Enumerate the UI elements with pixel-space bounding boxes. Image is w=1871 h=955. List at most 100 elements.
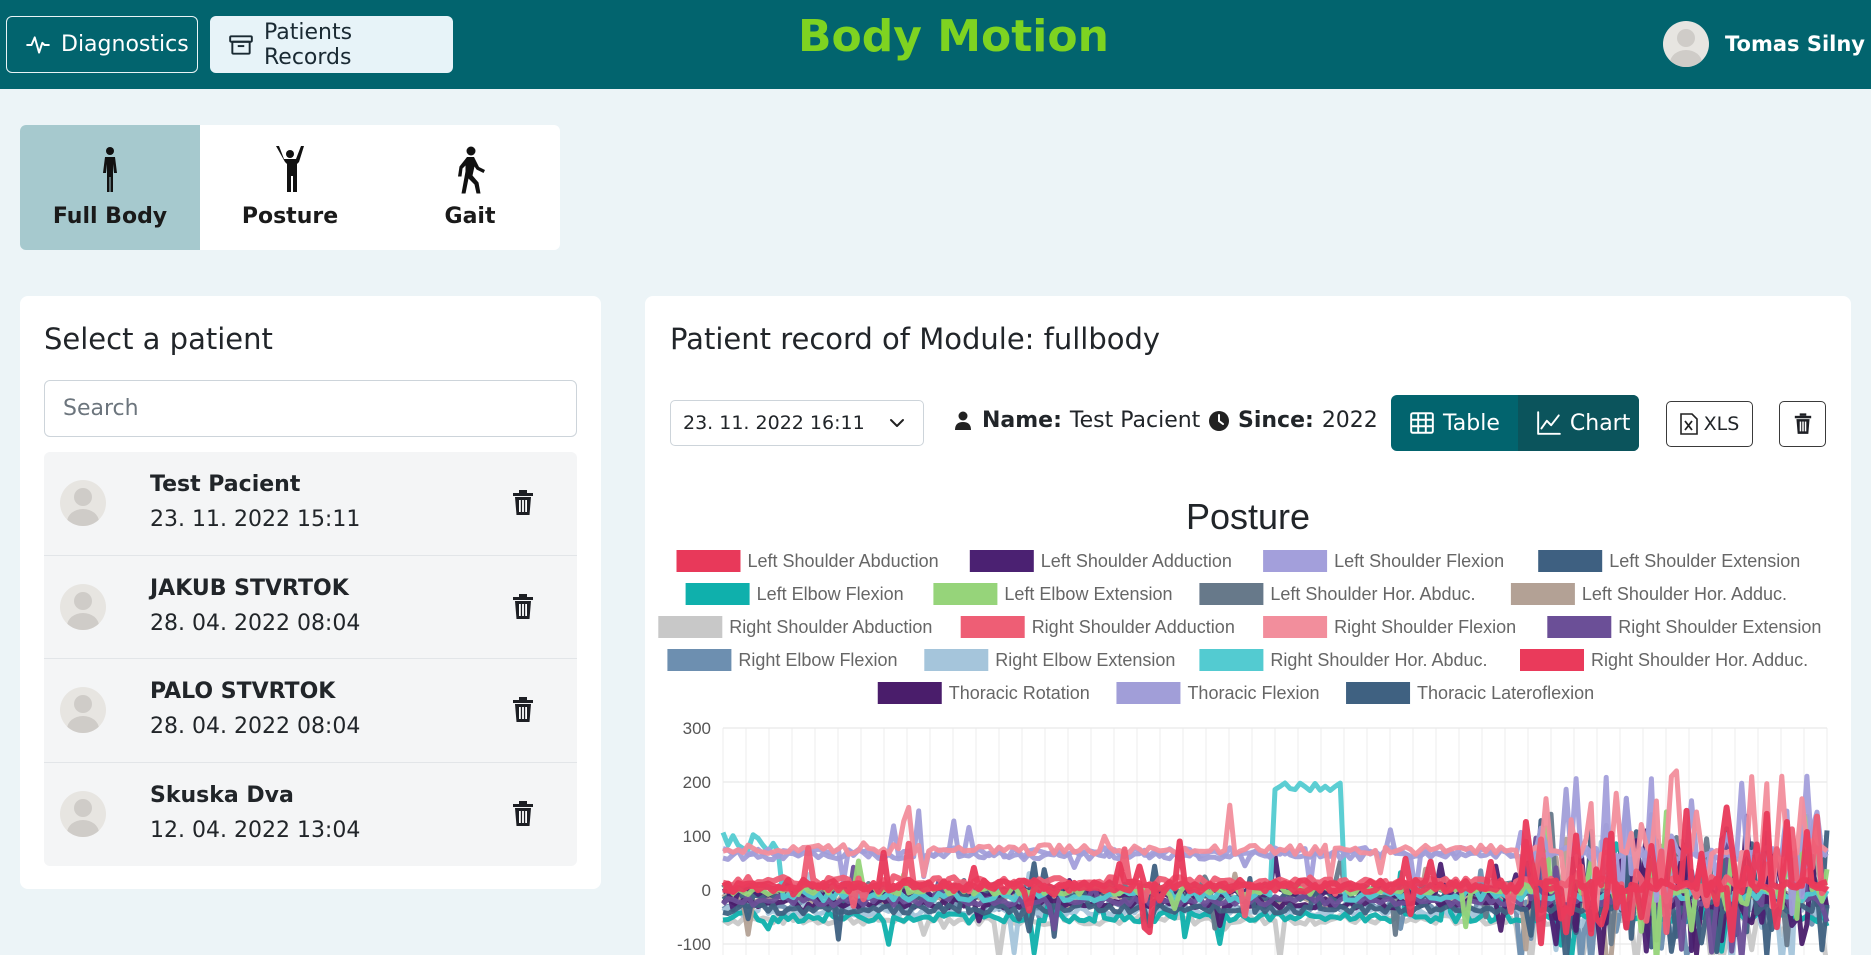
posture-line-chart: Left Shoulder Abduction Left Shoulder Add… [658,550,1830,955]
legend-swatch [1520,649,1584,671]
mode-label: Posture [241,204,339,229]
patient-since-info: Since: 2022 [1208,408,1378,433]
patient-list-item[interactable]: JAKUB STVRTOK 28. 04. 2022 08:04 [44,555,577,659]
patient-list-item[interactable]: Test Pacient 23. 11. 2022 15:11 [44,452,577,556]
legend-item[interactable]: Left Shoulder Abduction [676,550,939,572]
legend-item[interactable]: Thoracic Lateroflexion [1346,682,1594,704]
patient-date: 12. 04. 2022 13:04 [150,817,361,843]
standing-person-icon [103,147,117,192]
legend-item[interactable]: Left Shoulder Hor. Adduc. [1510,583,1787,605]
legend-item[interactable]: Left Shoulder Hor. Abduc. [1199,583,1476,605]
mode-label: Gait [444,204,496,229]
legend-swatch [1199,649,1264,671]
legend-swatch [1263,616,1328,638]
y-tick-label: 0 [702,881,711,900]
patient-name-info: Name: Test Pacient [952,408,1200,433]
patient-select-panel: Select a patient Test Pacient 23. 11. 20… [20,296,601,889]
arms-up-person-icon [276,146,304,192]
y-tick-label: -100 [677,935,711,954]
legend-label: Right Elbow Extension [995,650,1175,670]
legend-label: Right Shoulder Abduction [729,617,932,637]
patient-list: Test Pacient 23. 11. 2022 15:11 JAKUB ST… [44,452,577,866]
legend-swatch [658,616,723,638]
legend-item[interactable]: Left Shoulder Adduction [969,550,1232,572]
table-view-button[interactable]: Table [1391,395,1518,451]
legend-item[interactable]: Thoracic Rotation [877,682,1090,704]
legend-swatch [1538,550,1603,572]
legend-swatch [1263,550,1328,572]
line-chart-icon [1537,411,1561,435]
patient-name: JAKUB STVRTOK [150,575,349,601]
legend-label: Thoracic Lateroflexion [1417,683,1594,703]
legend-item[interactable]: Right Elbow Flexion [667,649,897,671]
user-menu[interactable]: Tomas Silny [1663,20,1865,68]
user-icon [955,411,971,430]
since-label: Since: [1238,408,1314,433]
trash-icon[interactable] [512,800,534,827]
legend-label: Thoracic Rotation [949,683,1090,703]
legend-swatch [1346,682,1411,704]
trash-icon[interactable] [512,593,534,620]
table-view-label: Table [1443,410,1500,436]
legend-swatch [877,682,942,704]
mode-gait[interactable]: Gait [380,125,560,250]
diagnostics-label: Diagnostics [61,32,189,57]
avatar [60,791,106,838]
mode-posture[interactable]: Posture [200,125,380,250]
panel-title: Select a patient [44,322,273,356]
legend-item[interactable]: Right Shoulder Extension [1547,616,1821,638]
chart-legend: Left Shoulder Abduction Left Shoulder Add… [658,550,1821,704]
brand-logo-text: Body Motion [798,11,1109,62]
avatar [60,583,106,630]
patient-list-item[interactable]: Skuska Dva 12. 04. 2022 13:04 [44,762,577,866]
since-value: 2022 [1321,408,1378,433]
patient-name: Test Pacient [150,472,301,497]
legend-label: Left Shoulder Abduction [748,551,939,571]
record-date-select[interactable]: 23. 11. 2022 16:11 [670,400,924,446]
patient-record-panel: Patient record of Module: fullbody 23. 1… [645,296,1851,955]
export-xls-button[interactable]: XLS [1666,401,1753,447]
legend-item[interactable]: Right Shoulder Flexion [1263,616,1516,638]
legend-item[interactable]: Right Shoulder Hor. Abduc. [1199,649,1488,671]
legend-swatch [676,550,741,572]
patient-list-item[interactable]: PALO STVRTOK 28. 04. 2022 08:04 [44,659,577,763]
legend-label: Right Shoulder Flexion [1334,617,1516,637]
trash-icon[interactable] [512,697,534,723]
legend-item[interactable]: Right Shoulder Abduction [658,616,932,638]
legend-item[interactable]: Right Elbow Extension [924,649,1175,671]
chart-view-button[interactable]: Chart [1517,395,1639,451]
legend-label: Right Shoulder Extension [1618,617,1821,637]
search-input[interactable] [44,380,577,437]
legend-item[interactable]: Left Elbow Extension [933,583,1173,605]
top-navbar: Diagnostics Patients Records Body Motion… [0,0,1871,89]
name-value: Test Pacient [1069,408,1201,433]
patient-name: PALO STVRTOK [150,679,336,704]
trash-icon[interactable] [512,490,534,516]
legend-item[interactable]: Left Shoulder Flexion [1263,550,1504,572]
legend-swatch [960,616,1025,638]
patient-date: 28. 04. 2022 08:04 [150,610,361,636]
trash-icon [1794,413,1811,434]
y-tick-label: 100 [683,827,711,846]
legend-item[interactable]: Right Shoulder Adduction [960,616,1235,638]
patients-records-label: Patients Records [264,19,353,70]
chart-title: Posture [1185,496,1311,537]
legend-label: Left Elbow Extension [1004,584,1172,604]
delete-record-button[interactable] [1779,401,1826,447]
mode-full-body[interactable]: Full Body [20,125,200,250]
patients-records-button[interactable]: Patients Records [210,16,453,73]
diagnostics-button[interactable]: Diagnostics [6,16,198,73]
legend-item[interactable]: Right Shoulder Hor. Adduc. [1520,649,1808,671]
legend-swatch [667,649,732,671]
y-tick-label: 200 [683,773,711,792]
legend-item[interactable]: Thoracic Flexion [1116,682,1319,704]
legend-item[interactable]: Left Shoulder Extension [1538,550,1800,572]
view-toggle: Table Chart [1391,395,1639,451]
legend-swatch [1199,583,1264,605]
activity-icon [26,35,50,54]
legend-item[interactable]: Left Elbow Flexion [685,583,904,605]
legend-label: Left Shoulder Extension [1609,551,1800,571]
legend-label: Right Shoulder Hor. Adduc. [1591,650,1808,670]
y-tick-label: 300 [683,719,711,738]
patient-name: Skuska Dva [150,782,294,808]
